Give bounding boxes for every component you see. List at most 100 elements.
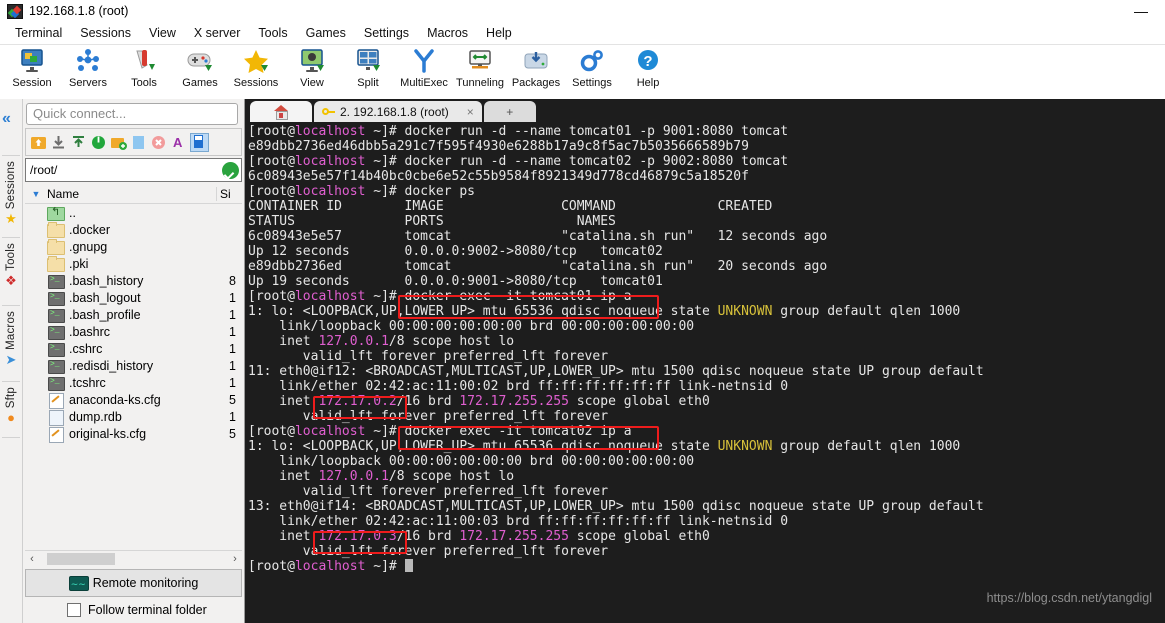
file-row[interactable]: .bash_profile 1: [25, 306, 242, 323]
file-row[interactable]: anaconda-ks.cfg 5: [25, 391, 242, 409]
menu-item-view[interactable]: View: [140, 24, 185, 42]
toolbar-button-split[interactable]: Split: [340, 45, 396, 89]
menu-item-games[interactable]: Games: [297, 24, 355, 42]
toolbar-button-view[interactable]: View: [284, 45, 340, 89]
terminal-screen[interactable]: [root@localhost ~]# docker run -d --name…: [245, 122, 1165, 623]
menu-item-macros[interactable]: Macros: [418, 24, 477, 42]
cfg-icon: [47, 426, 64, 443]
mobaxterm-window: 192.168.1.8 (root) — Terminal Sessions Vie…: [0, 0, 1165, 623]
scroll-thumb[interactable]: [47, 553, 115, 565]
paper-plane-icon: ➤: [5, 351, 17, 367]
tools-icon: [129, 48, 159, 76]
sort-descending-icon[interactable]: ▼: [25, 189, 47, 199]
toolbar-button-games[interactable]: Games: [172, 45, 228, 89]
toolbar-button-sessions[interactable]: Sessions: [228, 45, 284, 89]
menu-item-settings[interactable]: Settings: [355, 24, 418, 42]
terminal-tab-home[interactable]: [250, 101, 312, 122]
menu-item-x-server[interactable]: X server: [185, 24, 250, 42]
up-folder-icon[interactable]: [30, 134, 47, 151]
file-row[interactable]: .bash_history 8: [25, 272, 242, 289]
new-tab-button[interactable]: +: [483, 101, 536, 122]
sidebar-item-macros[interactable]: Macros ➤: [0, 311, 22, 366]
remote-monitoring-button[interactable]: ∼∼ Remote monitoring: [25, 569, 242, 597]
scroll-left-icon[interactable]: ‹: [25, 553, 39, 565]
toolbar-button-packages[interactable]: Packages: [508, 45, 564, 89]
download-icon[interactable]: [50, 134, 67, 151]
file-row[interactable]: original-ks.cfg 5: [25, 425, 242, 443]
binary-mode-icon[interactable]: [190, 132, 209, 152]
file-row[interactable]: .bash_logout 1: [25, 289, 242, 306]
minimize-button[interactable]: —: [1121, 0, 1161, 22]
terminal-text: 172.17.255.255: [459, 394, 569, 409]
toolbar-button-servers[interactable]: Servers: [60, 45, 116, 89]
terminal-text: 127.0.0.1: [318, 469, 389, 484]
text-mode-icon[interactable]: A: [170, 134, 187, 151]
close-tab-icon[interactable]: ×: [467, 105, 474, 119]
file-row[interactable]: .bashrc 1: [25, 323, 242, 340]
scroll-track[interactable]: [39, 553, 228, 565]
collapse-sidebar-icon[interactable]: «: [2, 111, 11, 127]
toolbar-button-tools[interactable]: Tools: [116, 45, 172, 89]
scroll-right-icon[interactable]: ›: [228, 553, 242, 565]
sidebar-item-sftp[interactable]: Sftp ●: [0, 387, 22, 424]
menu-item-sessions[interactable]: Sessions: [71, 24, 140, 42]
file-row[interactable]: ..: [25, 204, 242, 221]
column-header-size[interactable]: Si: [216, 186, 242, 201]
terminal-text: 11: eth0@if12: <BROADCAST,MULTICAST,UP,L…: [248, 364, 984, 379]
quick-connect-input[interactable]: Quick connect...: [26, 103, 238, 125]
file-row[interactable]: .cshrc 1: [25, 340, 242, 357]
toolbar-button-help[interactable]: ? Help: [620, 45, 676, 89]
folder-icon: [47, 221, 65, 238]
terminal-line: [root@localhost ~]# docker exec -it tomc…: [248, 424, 1165, 439]
terminal-text: root@: [255, 559, 295, 574]
toolbar-button-label: Servers: [69, 77, 107, 89]
toolbar-button-settings[interactable]: Settings: [564, 45, 620, 89]
cfg-icon: [47, 392, 64, 409]
upload-icon[interactable]: [70, 134, 87, 151]
menu-item-tools[interactable]: Tools: [249, 24, 296, 42]
path-bar[interactable]: /root/: [25, 158, 242, 182]
terminal-text: 172.17.0.3: [318, 529, 397, 544]
follow-terminal-folder-row[interactable]: Follow terminal folder: [23, 597, 244, 623]
terminal-text: root@: [255, 154, 295, 169]
terminal-text: Up 12 seconds 0.0.0.0:9002->8080/tcp tom…: [248, 244, 663, 259]
sidebar-item-tools[interactable]: Tools ❖: [0, 243, 22, 287]
toolbar-button-multiexec[interactable]: MultiExec: [396, 45, 452, 89]
menu-item-terminal[interactable]: Terminal: [6, 24, 71, 42]
menu-item-help[interactable]: Help: [477, 24, 521, 42]
toolbar-button-tunneling[interactable]: Tunneling: [452, 45, 508, 89]
delete-icon[interactable]: [150, 134, 167, 151]
terminal-text: [: [248, 559, 256, 574]
follow-terminal-checkbox[interactable]: [67, 603, 81, 617]
toolbar-button-session[interactable]: Session: [4, 45, 60, 89]
file-list[interactable]: ...docker.gnupg.pki.bash_history8.bash_l…: [25, 204, 242, 550]
folder-up-icon: [47, 205, 65, 221]
quick-connect-row: Quick connect...: [23, 99, 244, 128]
new-folder-icon[interactable]: [110, 134, 127, 151]
column-header-name[interactable]: Name: [47, 187, 216, 201]
file-row[interactable]: .tcshrc 1: [25, 374, 242, 391]
terminal-text: valid_lft forever preferred_lft forever: [248, 409, 609, 424]
file-row[interactable]: .redisdi_history 1: [25, 357, 242, 374]
file-row[interactable]: .pki: [25, 255, 242, 272]
shell-icon: [47, 274, 65, 289]
path-ok-icon[interactable]: [222, 161, 239, 179]
terminal-text: /8 scope host lo: [388, 334, 515, 349]
terminal-text: [: [248, 289, 256, 304]
games-icon: [185, 48, 215, 76]
file-row[interactable]: .gnupg: [25, 238, 242, 255]
terminal-tab-session[interactable]: 2. 192.168.1.8 (root) ×: [314, 101, 482, 122]
file-row[interactable]: .docker: [25, 221, 242, 238]
terminal-line: valid_lft forever preferred_lft forever: [248, 349, 1165, 364]
terminal-line: link/loopback 00:00:00:00:00:00 brd 00:0…: [248, 319, 1165, 334]
sidebar-item-sessions[interactable]: Sessions ★: [0, 161, 22, 225]
horizontal-scrollbar[interactable]: ‹ ›: [25, 550, 242, 567]
terminal-line: e89dbb2736ed tomcat "catalina.sh run" 20…: [248, 259, 1165, 274]
refresh-icon[interactable]: [90, 134, 107, 151]
file-row[interactable]: dump.rdb 1: [25, 408, 242, 426]
new-file-icon[interactable]: [130, 134, 147, 151]
file-size: 1: [229, 375, 236, 390]
terminal-text: [: [248, 184, 256, 199]
terminal-text: e89dbb2736ed tomcat "catalina.sh run" 20…: [248, 259, 828, 274]
sessions-star-icon: [241, 48, 271, 76]
